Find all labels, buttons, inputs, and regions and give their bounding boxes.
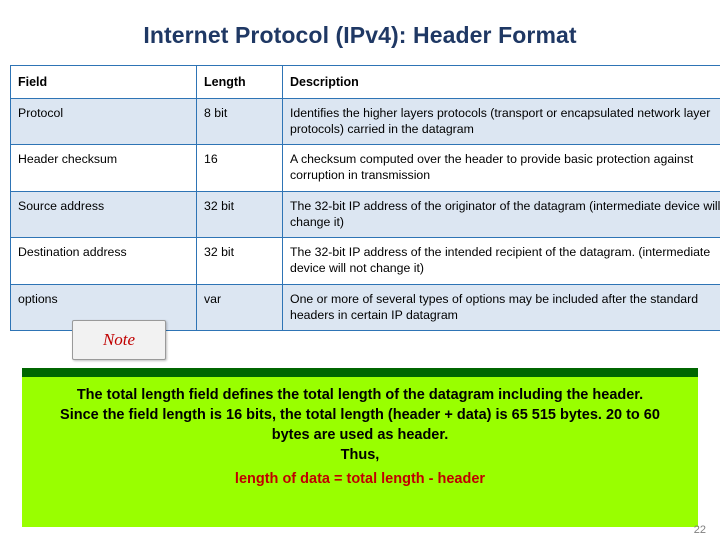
callout-line-3: Thus, xyxy=(340,447,380,463)
table-row: Destination address 32 bit The 32-bit IP… xyxy=(10,237,720,285)
header-format-table-container: Field Length Description Protocol 8 bit … xyxy=(10,65,720,332)
note-badge: Note xyxy=(72,320,166,360)
cell-field: Destination address xyxy=(10,237,197,285)
callout-line-2: Since the field length is 16 bits, the t… xyxy=(60,407,660,443)
column-header-description: Description xyxy=(282,65,720,99)
callout-line-4: length of data = total length - header xyxy=(234,471,486,487)
cell-length: 32 bit xyxy=(196,190,283,239)
table-row: Protocol 8 bit Identifies the higher lay… xyxy=(10,97,720,146)
column-header-length: Length xyxy=(196,65,283,99)
table-header-row: Field Length Description xyxy=(10,65,720,99)
table-row: Source address 32 bit The 32-bit IP addr… xyxy=(10,190,720,239)
page-title: Internet Protocol (IPv4): Header Format xyxy=(143,22,577,48)
cell-description: The 32-bit IP address of the intended re… xyxy=(282,237,720,285)
cell-field: Source address xyxy=(10,190,197,239)
cell-length: var xyxy=(196,283,283,332)
cell-length: 16 xyxy=(196,144,283,192)
column-header-field: Field xyxy=(10,65,197,99)
table-row: Header checksum 16 A checksum computed o… xyxy=(10,144,720,192)
cell-description: A checksum computed over the header to p… xyxy=(282,144,720,192)
callout-top-bar xyxy=(22,368,698,377)
note-label: Note xyxy=(102,330,136,349)
note-callout-box: The total length field defines the total… xyxy=(22,377,698,527)
header-format-table: Field Length Description Protocol 8 bit … xyxy=(10,65,720,332)
cell-description: One or more of several types of options … xyxy=(282,283,720,332)
cell-length: 8 bit xyxy=(196,97,283,146)
cell-field: Header checksum xyxy=(10,144,197,192)
cell-description: The 32-bit IP address of the originator … xyxy=(282,190,720,239)
cell-field: Protocol xyxy=(10,97,197,146)
cell-description: Identifies the higher layers protocols (… xyxy=(282,97,720,146)
callout-line-1: The total length field defines the total… xyxy=(76,387,644,403)
page-number: 22 xyxy=(693,524,706,536)
cell-length: 32 bit xyxy=(196,237,283,285)
